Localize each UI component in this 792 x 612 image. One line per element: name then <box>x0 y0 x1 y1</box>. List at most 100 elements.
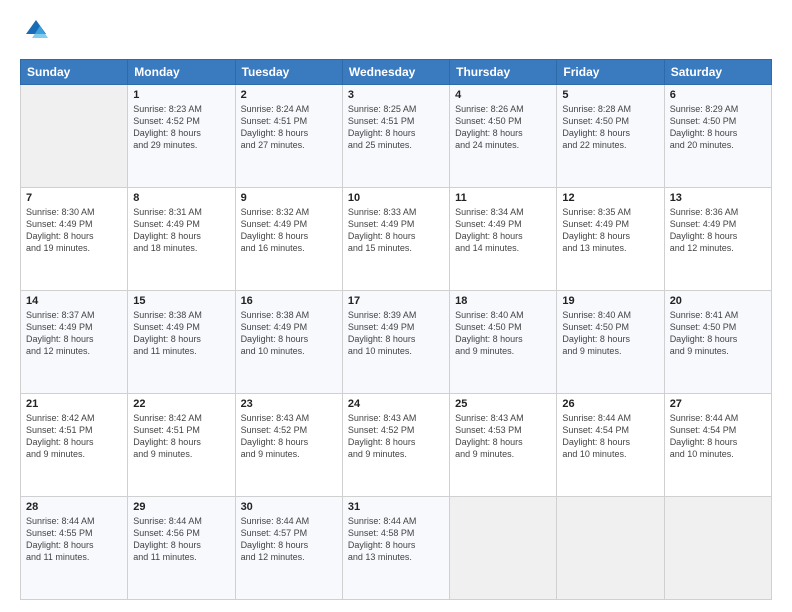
day-detail: Sunrise: 8:44 AMSunset: 4:54 PMDaylight:… <box>670 412 766 461</box>
detail-line: Sunset: 4:49 PM <box>133 321 229 333</box>
day-number: 31 <box>348 501 444 513</box>
detail-line: Sunrise: 8:44 AM <box>26 515 122 527</box>
detail-line: Daylight: 8 hours <box>562 333 658 345</box>
calendar-cell: 22Sunrise: 8:42 AMSunset: 4:51 PMDayligh… <box>128 393 235 496</box>
detail-line: and 9 minutes. <box>562 345 658 357</box>
week-row-1: 1 Sunrise: 8:23 AMSunset: 4:52 PM Daylight… <box>21 84 772 187</box>
detail-line: Sunset: 4:49 PM <box>26 321 122 333</box>
weekday-header-wednesday: Wednesday <box>342 59 449 84</box>
detail-line: Daylight: 8 hours <box>670 127 766 139</box>
detail-line: Sunset: 4:52 PM <box>348 424 444 436</box>
weekday-header-saturday: Saturday <box>664 59 771 84</box>
day-number: 20 <box>670 295 766 307</box>
calendar-cell <box>664 496 771 599</box>
detail-line: and 14 minutes. <box>455 242 551 254</box>
detail-line: and 12 minutes. <box>241 551 337 563</box>
detail-line: Sunrise: 8:44 AM <box>133 515 229 527</box>
calendar-cell: 19Sunrise: 8:40 AMSunset: 4:50 PMDayligh… <box>557 290 664 393</box>
detail-line: Sunrise: 8:25 AM <box>348 103 444 115</box>
detail-line: Sunrise: 8:44 AM <box>348 515 444 527</box>
detail-line: Sunset: 4:57 PM <box>241 527 337 539</box>
detail-line: and 19 minutes. <box>26 242 122 254</box>
detail-line: Sunrise: 8:33 AM <box>348 206 444 218</box>
day-number: 24 <box>348 398 444 410</box>
detail-line: Daylight: 8 hours <box>348 539 444 551</box>
detail-line: Sunrise: 8:44 AM <box>562 412 658 424</box>
weekday-header-friday: Friday <box>557 59 664 84</box>
detail-line: Daylight: 8 hours <box>26 333 122 345</box>
detail-line: and 29 minutes. <box>133 139 229 151</box>
calendar-page: SundayMondayTuesdayWednesdayThursdayFrid… <box>0 0 792 612</box>
calendar-cell: 13 Sunrise: 8:36 AMSunset: 4:49 PMDayligh… <box>664 187 771 290</box>
day-detail: Sunrise: 8:37 AMSunset: 4:49 PMDaylight:… <box>26 309 122 358</box>
detail-line: Daylight: 8 hours <box>241 230 337 242</box>
calendar-cell: 23Sunrise: 8:43 AMSunset: 4:52 PMDayligh… <box>235 393 342 496</box>
day-number: 28 <box>26 501 122 513</box>
weekday-header-thursday: Thursday <box>450 59 557 84</box>
detail-line: Sunrise: 8:43 AM <box>455 412 551 424</box>
detail-line: and 9 minutes. <box>455 448 551 460</box>
calendar-cell: 10Sunrise: 8:33 AMSunset: 4:49 PMDayligh… <box>342 187 449 290</box>
detail-line: Sunset: 4:51 PM <box>348 115 444 127</box>
day-detail: Sunrise: 8:44 AMSunset: 4:55 PMDaylight:… <box>26 515 122 564</box>
detail-line: Sunset: 4:55 PM <box>26 527 122 539</box>
day-detail: Sunrise: 8:36 AMSunset: 4:49 PMDaylight:… <box>670 206 766 255</box>
calendar-cell: 14Sunrise: 8:37 AMSunset: 4:49 PMDayligh… <box>21 290 128 393</box>
day-detail: Sunrise: 8:44 AMSunset: 4:54 PMDaylight:… <box>562 412 658 461</box>
detail-line: Sunrise: 8:44 AM <box>241 515 337 527</box>
detail-line: Daylight: 8 hours <box>670 436 766 448</box>
day-detail: Sunrise: 8:34 AMSunset: 4:49 PMDaylight:… <box>455 206 551 255</box>
detail-line: Sunrise: 8:35 AM <box>562 206 658 218</box>
week-row-3: 14Sunrise: 8:37 AMSunset: 4:49 PMDayligh… <box>21 290 772 393</box>
week-row-4: 21Sunrise: 8:42 AMSunset: 4:51 PMDayligh… <box>21 393 772 496</box>
weekday-header-tuesday: Tuesday <box>235 59 342 84</box>
calendar-cell: 11Sunrise: 8:34 AMSunset: 4:49 PMDayligh… <box>450 187 557 290</box>
detail-line: Sunset: 4:49 PM <box>670 218 766 230</box>
detail-line: and 9 minutes. <box>133 448 229 460</box>
detail-line: Sunset: 4:49 PM <box>348 321 444 333</box>
day-detail: Sunrise: 8:25 AMSunset: 4:51 PMDaylight:… <box>348 103 444 152</box>
detail-line: Sunset: 4:52 PM <box>241 424 337 436</box>
weekday-header-monday: Monday <box>128 59 235 84</box>
detail-line: and 9 minutes. <box>26 448 122 460</box>
calendar-cell: 15Sunrise: 8:38 AMSunset: 4:49 PMDayligh… <box>128 290 235 393</box>
day-number: 5 <box>562 89 658 101</box>
detail-line: Sunset: 4:49 PM <box>455 218 551 230</box>
day-detail: Sunrise: 8:40 AMSunset: 4:50 PMDaylight:… <box>455 309 551 358</box>
calendar-cell: 16Sunrise: 8:38 AMSunset: 4:49 PMDayligh… <box>235 290 342 393</box>
detail-line: Sunrise: 8:43 AM <box>348 412 444 424</box>
day-detail: Sunrise: 8:26 AMSunset: 4:50 PMDaylight:… <box>455 103 551 152</box>
detail-line: Daylight: 8 hours <box>241 333 337 345</box>
calendar-cell <box>21 84 128 187</box>
detail-line: Sunrise: 8:41 AM <box>670 309 766 321</box>
calendar-cell <box>557 496 664 599</box>
day-number: 25 <box>455 398 551 410</box>
detail-line: and 18 minutes. <box>133 242 229 254</box>
day-detail: Sunrise: 8:39 AMSunset: 4:49 PMDaylight:… <box>348 309 444 358</box>
calendar-table: SundayMondayTuesdayWednesdayThursdayFrid… <box>20 59 772 600</box>
detail-line: Sunset: 4:49 PM <box>133 218 229 230</box>
detail-line: Sunset: 4:52 PM <box>133 115 229 127</box>
detail-line: and 24 minutes. <box>455 139 551 151</box>
detail-line: Sunset: 4:49 PM <box>241 218 337 230</box>
day-detail: Sunrise: 8:38 AMSunset: 4:49 PMDaylight:… <box>133 309 229 358</box>
detail-line: Daylight: 8 hours <box>562 436 658 448</box>
detail-line: Sunset: 4:50 PM <box>455 115 551 127</box>
detail-line: Daylight: 8 hours <box>670 230 766 242</box>
day-number: 13 <box>670 192 766 204</box>
detail-line: Sunrise: 8:24 AM <box>241 103 337 115</box>
calendar-cell: 1Sunrise: 8:23 AMSunset: 4:52 PMDaylight… <box>128 84 235 187</box>
calendar-cell: 7Sunrise: 8:30 AMSunset: 4:49 PMDaylight… <box>21 187 128 290</box>
detail-line: Daylight: 8 hours <box>241 539 337 551</box>
detail-line: Sunrise: 8:36 AM <box>670 206 766 218</box>
day-number: 1 <box>133 89 229 101</box>
header <box>20 16 772 49</box>
day-detail: Sunrise: 8:43 AMSunset: 4:53 PMDaylight:… <box>455 412 551 461</box>
day-number: 26 <box>562 398 658 410</box>
day-number: 21 <box>26 398 122 410</box>
day-number: 16 <box>241 295 337 307</box>
detail-line: Sunrise: 8:30 AM <box>26 206 122 218</box>
detail-line: Sunrise: 8:23 AM <box>133 103 229 115</box>
detail-line: Sunrise: 8:38 AM <box>133 309 229 321</box>
calendar-cell: 5Sunrise: 8:28 AMSunset: 4:50 PMDaylight… <box>557 84 664 187</box>
